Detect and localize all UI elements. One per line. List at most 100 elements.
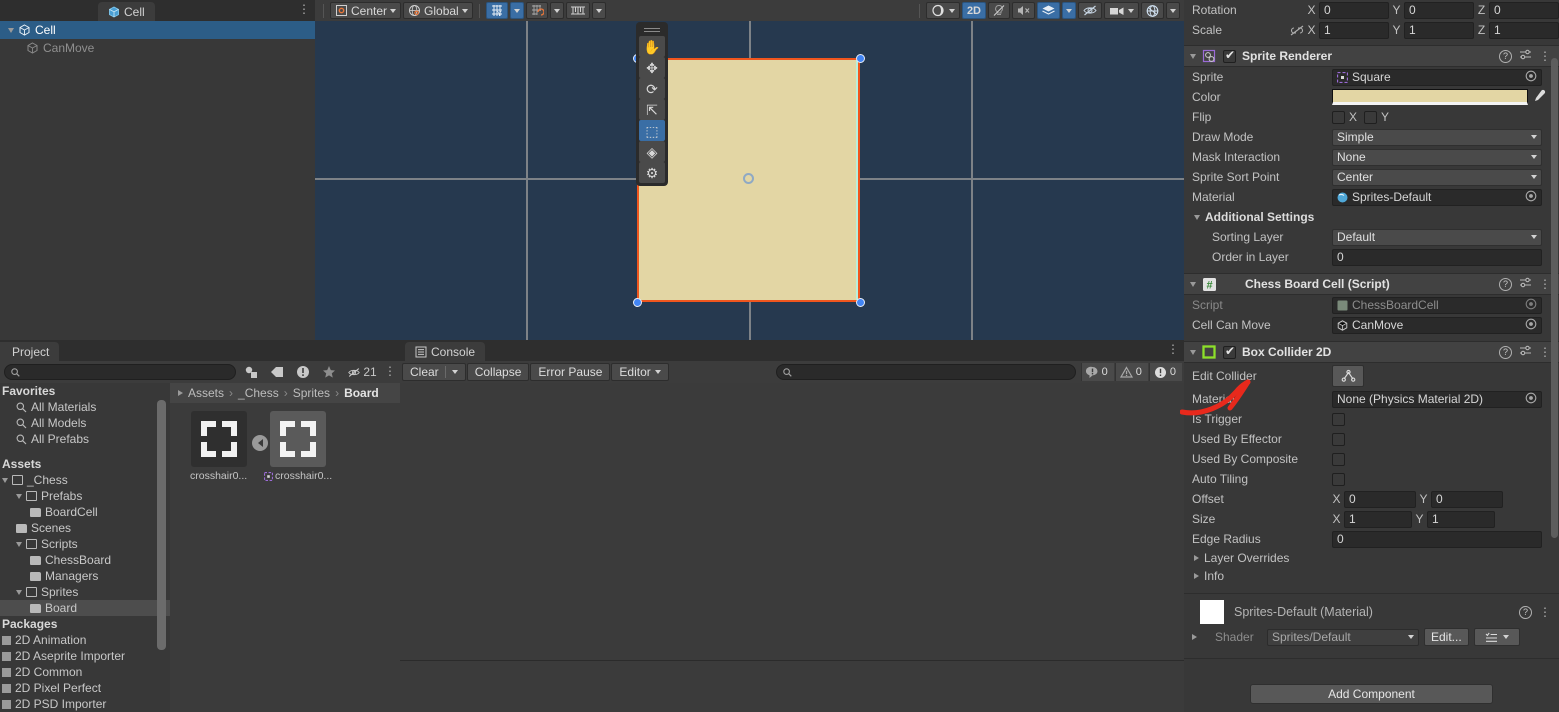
- breadcrumb-chess[interactable]: _Chess: [238, 386, 279, 400]
- tree-item-2d-animation[interactable]: 2D Animation: [0, 632, 170, 648]
- expand-arrow-icon[interactable]: [2, 477, 8, 483]
- asset-item[interactable]: crosshair0...: [190, 411, 247, 482]
- cell-can-move-object-field[interactable]: CanMove: [1332, 316, 1542, 334]
- shading-mode-dropdown[interactable]: [925, 2, 960, 19]
- fx-dropdown[interactable]: [1062, 2, 1076, 19]
- gizmos-dropdown[interactable]: [1166, 2, 1180, 19]
- pivot-mode-dropdown[interactable]: Center: [330, 2, 402, 19]
- transform-tool[interactable]: ◈: [639, 141, 665, 162]
- snap-increment-dropdown[interactable]: [591, 2, 606, 19]
- order-in-layer-field[interactable]: 0: [1332, 248, 1542, 266]
- asset-thumbnail[interactable]: [190, 411, 247, 467]
- tool-palette-drag-handle[interactable]: [639, 25, 665, 34]
- help-icon[interactable]: ?: [1499, 49, 1512, 63]
- clear-button[interactable]: Clear: [402, 363, 466, 381]
- additional-settings-foldout[interactable]: Additional Settings: [1184, 207, 1559, 227]
- layer-overrides-foldout[interactable]: Layer Overrides: [1184, 549, 1559, 567]
- tab-project[interactable]: Project: [0, 342, 60, 361]
- tree-item-2d-pixel-perfect[interactable]: 2D Pixel Perfect: [0, 680, 170, 696]
- console-message-list[interactable]: [400, 383, 1184, 712]
- foldout-icon[interactable]: [1194, 555, 1199, 561]
- tree-item-all-materials[interactable]: All Materials: [0, 399, 170, 415]
- console-menu-icon[interactable]: ⋮: [1167, 343, 1179, 357]
- breadcrumb-assets[interactable]: Assets: [188, 386, 224, 400]
- tree-item-managers[interactable]: Managers: [0, 568, 170, 584]
- 2d-toggle-button[interactable]: 2D: [961, 2, 986, 19]
- error-count[interactable]: 0: [1148, 363, 1182, 381]
- pivot-handle[interactable]: [743, 173, 754, 184]
- expand-arrow-icon[interactable]: [16, 589, 22, 595]
- breadcrumb-sprites[interactable]: Sprites: [293, 386, 330, 400]
- filter-by-type-icon[interactable]: [240, 363, 262, 381]
- is-trigger-checkbox[interactable]: [1332, 412, 1345, 426]
- foldout-icon[interactable]: [1194, 573, 1199, 579]
- snap-increment-button[interactable]: [565, 2, 590, 19]
- size-y-field[interactable]: 1: [1427, 510, 1495, 528]
- tree-item--chess[interactable]: _Chess: [0, 472, 170, 488]
- console-search-input[interactable]: [775, 364, 1076, 380]
- sr-material-object-field[interactable]: Sprites-Default: [1332, 188, 1542, 206]
- shader-dropdown[interactable]: Sprites/Default: [1267, 628, 1419, 646]
- preset-icon[interactable]: [1519, 49, 1532, 64]
- filter-by-label-icon[interactable]: [266, 363, 288, 381]
- tree-item-board[interactable]: Board: [0, 600, 170, 616]
- tree-item-prefabs[interactable]: Prefabs: [0, 488, 170, 504]
- offset-y-field[interactable]: 0: [1431, 490, 1503, 508]
- sprite-renderer-enabled-checkbox[interactable]: [1223, 48, 1236, 63]
- breadcrumb-back-icon[interactable]: [178, 390, 183, 396]
- inspector-scrollbar[interactable]: [1551, 58, 1558, 538]
- tab-hierarchy[interactable]: Cell: [98, 2, 155, 21]
- tree-item-sprites[interactable]: Sprites: [0, 584, 170, 600]
- project-menu-icon[interactable]: ⋮: [384, 365, 396, 379]
- component-menu-icon[interactable]: ⋮: [1539, 277, 1551, 291]
- console-splitter[interactable]: [400, 660, 1184, 661]
- gizmos-toggle-button[interactable]: [1141, 2, 1164, 19]
- draw-mode-dropdown[interactable]: Simple: [1332, 128, 1542, 146]
- asset-item[interactable]: crosshair0...: [264, 411, 332, 482]
- camera-settings-dropdown[interactable]: [1104, 2, 1139, 19]
- component-menu-icon[interactable]: ⋮: [1539, 49, 1551, 63]
- flip-y-checkbox[interactable]: [1364, 110, 1378, 124]
- rect-tool[interactable]: ⬚: [639, 120, 665, 141]
- box-collider-2d-enabled-checkbox[interactable]: [1223, 344, 1236, 359]
- box-collider-2d-header[interactable]: Box Collider 2D ? ⋮: [1184, 341, 1559, 363]
- rotation-y-field[interactable]: 0: [1404, 1, 1474, 19]
- offset-x-field[interactable]: 0: [1344, 490, 1416, 508]
- sprite-renderer-header[interactable]: Sprite Renderer ? ⋮: [1184, 45, 1559, 67]
- hidden-packages-toggle[interactable]: 21: [344, 363, 380, 381]
- asset-thumbnail[interactable]: [270, 411, 327, 467]
- object-picker-icon[interactable]: [1525, 318, 1537, 333]
- shader-options-button[interactable]: [1473, 628, 1520, 646]
- expand-arrow-icon[interactable]: [8, 27, 14, 33]
- sprite-sort-point-dropdown[interactable]: Center: [1332, 168, 1542, 186]
- collapse-button[interactable]: Collapse: [466, 363, 530, 381]
- edge-radius-field[interactable]: 0: [1332, 530, 1542, 548]
- scale-tool[interactable]: ⇱: [639, 99, 665, 120]
- foldout-icon[interactable]: [1190, 349, 1196, 355]
- warning-count[interactable]: 0: [1114, 363, 1148, 381]
- hierarchy-item-cell[interactable]: Cell: [0, 21, 315, 39]
- foldout-icon[interactable]: [1194, 214, 1200, 220]
- object-picker-icon[interactable]: [1525, 190, 1537, 205]
- resize-handle-tr[interactable]: [856, 54, 865, 63]
- foldout-icon[interactable]: [1190, 281, 1196, 287]
- help-icon[interactable]: ?: [1499, 345, 1512, 359]
- resize-handle-br[interactable]: [856, 298, 865, 307]
- shader-edit-button[interactable]: Edit...: [1424, 628, 1469, 646]
- used-by-composite-checkbox[interactable]: [1332, 452, 1345, 466]
- error-pause-button[interactable]: Error Pause: [530, 363, 611, 381]
- sprite-object-field[interactable]: Square: [1332, 68, 1542, 86]
- project-tree-scrollbar[interactable]: [157, 400, 166, 650]
- help-icon[interactable]: ?: [1519, 605, 1532, 619]
- tree-item-scripts[interactable]: Scripts: [0, 536, 170, 552]
- tree-item-all-prefabs[interactable]: All Prefabs: [0, 431, 170, 447]
- filter-errors-icon[interactable]: [292, 363, 314, 381]
- move-tool[interactable]: ✥: [639, 57, 665, 78]
- object-picker-icon[interactable]: [1525, 392, 1537, 407]
- info-foldout[interactable]: Info: [1184, 567, 1559, 585]
- constrain-proportions-icon[interactable]: [1290, 25, 1304, 36]
- tree-item-2d-psd-importer[interactable]: 2D PSD Importer: [0, 696, 170, 712]
- preset-icon[interactable]: [1519, 277, 1532, 292]
- color-swatch[interactable]: [1332, 89, 1528, 105]
- component-menu-icon[interactable]: ⋮: [1539, 345, 1551, 359]
